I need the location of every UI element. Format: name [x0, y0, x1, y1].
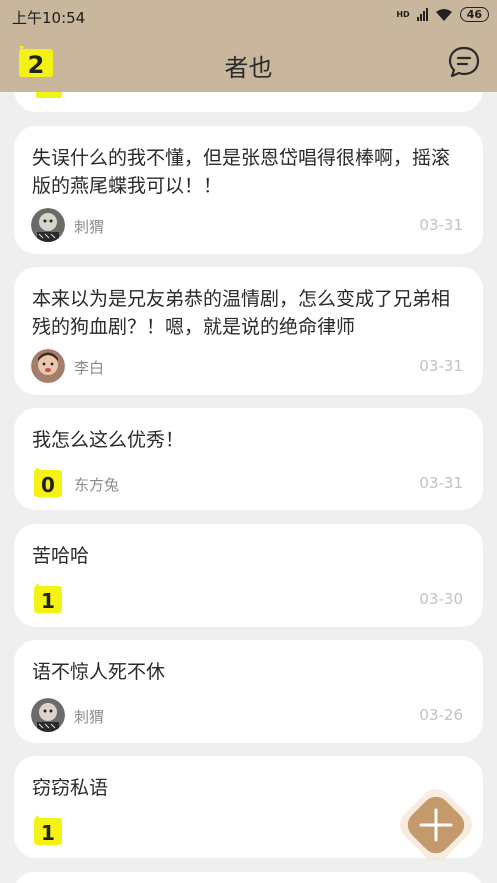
post-text: 我怎么这么优秀！: [32, 429, 185, 451]
post-card-partial[interactable]: [14, 92, 483, 112]
sticker-avatar[interactable]: 1: [31, 582, 65, 616]
post-text: 本来以为是兄友弟恭的温情剧，怎么变成了兄弟相残的狗血剧？！嗯，就是说的绝命律师: [32, 288, 451, 338]
post-card-partial[interactable]: [14, 872, 483, 883]
post-card[interactable]: 我怎么这么优秀！ 0 东方兔 03-31: [14, 408, 483, 510]
post-text: 苦哈哈: [32, 545, 90, 567]
app-header: 2 者也: [0, 32, 497, 92]
chat-bubble-icon[interactable]: [447, 45, 481, 83]
post-card[interactable]: 失误什么的我不懂，但是张恩岱唱得很棒啊，摇滚版的燕尾蝶我可以！！ 刺猬 03-3…: [14, 126, 483, 254]
sticker-number: 0: [41, 473, 55, 497]
post-author[interactable]: 刺猬: [74, 216, 104, 237]
post-author[interactable]: 李白: [74, 357, 104, 378]
child-avatar[interactable]: [31, 349, 65, 383]
sticker-number: 1: [41, 589, 55, 613]
sticker-number: 1: [41, 821, 55, 845]
post-date: 03-31: [419, 216, 463, 234]
hedgehog-avatar[interactable]: [31, 698, 65, 732]
post-text: 语不惊人死不休: [32, 661, 166, 683]
post-date: 03-30: [419, 590, 463, 608]
signal-icon: [416, 8, 428, 21]
post-card[interactable]: 语不惊人死不休 刺猬 03-26: [14, 640, 483, 743]
status-bar: 上午10:54 HD 46: [0, 0, 497, 32]
post-card[interactable]: 本来以为是兄友弟恭的温情剧，怎么变成了兄弟相残的狗血剧？！嗯，就是说的绝命律师 …: [14, 267, 483, 395]
page-title: 者也: [224, 54, 273, 82]
compose-button[interactable]: [388, 777, 484, 873]
post-date: 03-31: [419, 474, 463, 492]
status-icons: HD 46: [396, 7, 489, 22]
post-date: 03-26: [419, 706, 463, 724]
sticker-avatar[interactable]: 0: [31, 466, 65, 500]
post-date: 03-31: [419, 357, 463, 375]
battery-indicator: 46: [459, 7, 489, 22]
post-author[interactable]: 刺猬: [74, 706, 104, 727]
sticker-avatar[interactable]: 1: [31, 814, 65, 848]
wifi-icon: [435, 8, 452, 21]
post-card[interactable]: 苦哈哈 1 03-30: [14, 524, 483, 627]
post-text: 失误什么的我不懂，但是张恩岱唱得很棒啊，摇滚版的燕尾蝶我可以！！: [32, 147, 451, 197]
post-feed[interactable]: 失误什么的我不懂，但是张恩岱唱得很棒啊，摇滚版的燕尾蝶我可以！！ 刺猬 03-3…: [0, 92, 497, 883]
hd-label: HD: [396, 10, 410, 19]
post-author[interactable]: 东方兔: [74, 474, 119, 495]
status-time: 上午10:54: [12, 9, 86, 27]
hedgehog-avatar[interactable]: [31, 208, 65, 242]
